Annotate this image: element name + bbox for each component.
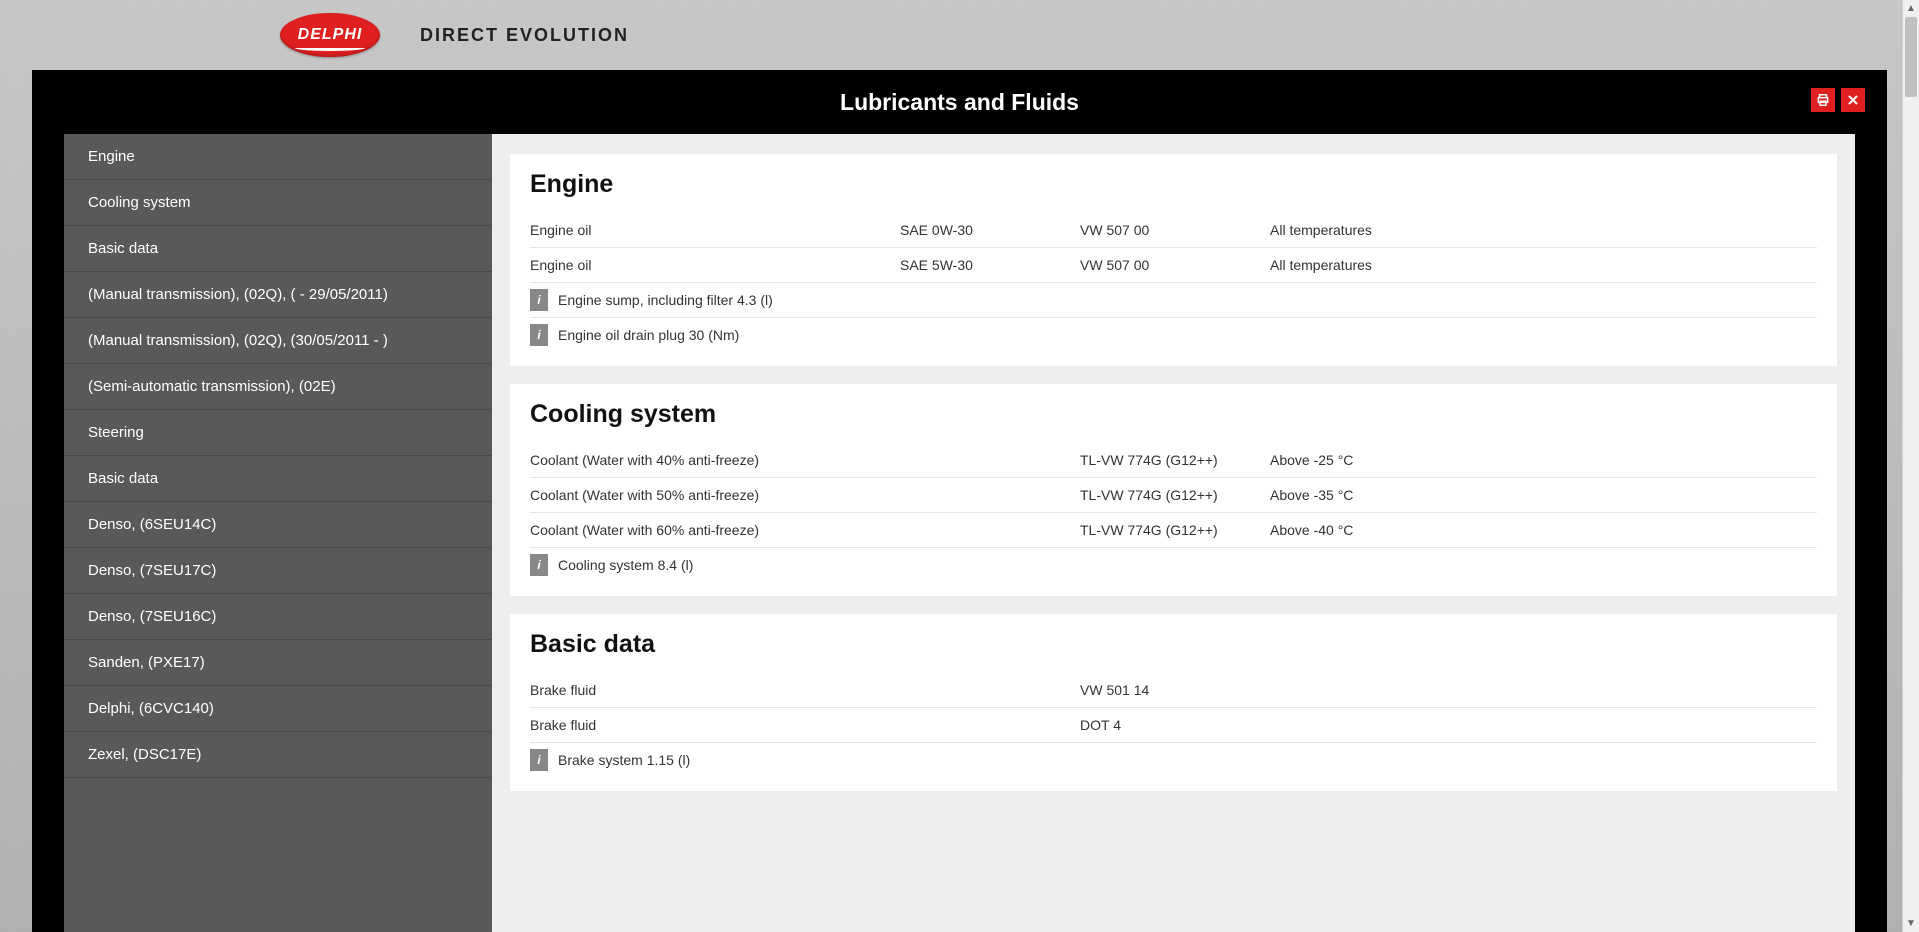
data-cell: TL-VW 774G (G12++) xyxy=(1080,452,1270,468)
sidebar-item[interactable]: Basic data xyxy=(64,456,492,502)
info-row: i Cooling system 8.4 (l) xyxy=(530,548,1817,582)
sidebar-item[interactable]: Zexel, (DSC17E) xyxy=(64,732,492,778)
sidebar-item-label: Denso, (7SEU16C) xyxy=(88,608,216,625)
info-text: Engine sump, including filter 4.3 (l) xyxy=(558,292,773,308)
sidebar-item[interactable]: Delphi, (6CVC140) xyxy=(64,686,492,732)
data-cell: Coolant (Water with 50% anti-freeze) xyxy=(530,487,900,503)
data-row: Brake fluid DOT 4 xyxy=(530,708,1817,743)
close-button[interactable] xyxy=(1841,88,1865,112)
app-header: DELPHI DIRECT EVOLUTION xyxy=(0,0,1919,70)
data-row: Coolant (Water with 50% anti-freeze) TL-V… xyxy=(530,478,1817,513)
brand-text: DELPHI xyxy=(298,26,363,44)
data-cell: Above -35 °C xyxy=(1270,487,1817,503)
section-panel: Cooling system Coolant (Water with 40% an… xyxy=(510,384,1837,596)
print-icon xyxy=(1816,93,1830,107)
data-cell: All temperatures xyxy=(1270,257,1817,273)
info-text: Engine oil drain plug 30 (Nm) xyxy=(558,327,739,343)
data-cell: DOT 4 xyxy=(1080,717,1270,733)
sidebar-item[interactable]: Denso, (6SEU14C) xyxy=(64,502,492,548)
sidebar-item[interactable]: (Manual transmission), (02Q), (30/05/201… xyxy=(64,318,492,364)
data-cell: VW 507 00 xyxy=(1080,257,1270,273)
data-cell: All temperatures xyxy=(1270,222,1817,238)
data-row: Brake fluid VW 501 14 xyxy=(530,673,1817,708)
sidebar-item[interactable]: Basic data xyxy=(64,226,492,272)
data-row: Coolant (Water with 60% anti-freeze) TL-V… xyxy=(530,513,1817,548)
content-area[interactable]: EngineEngine oilSAE 0W-30VW 507 00All te… xyxy=(492,134,1855,932)
section-title: Basic data xyxy=(530,630,1817,659)
sidebar-item-label: Delphi, (6CVC140) xyxy=(88,700,214,717)
sidebar-item-label: Engine xyxy=(88,148,135,165)
scroll-down-arrow[interactable]: ▼ xyxy=(1903,915,1919,932)
info-icon: i xyxy=(530,749,548,771)
data-cell: Above -40 °C xyxy=(1270,522,1817,538)
print-button[interactable] xyxy=(1811,88,1835,112)
sidebar-item[interactable]: Cooling system xyxy=(64,180,492,226)
data-cell: TL-VW 774G (G12++) xyxy=(1080,487,1270,503)
info-text: Cooling system 8.4 (l) xyxy=(558,557,693,573)
sidebar-item-label: (Semi-automatic transmission), (02E) xyxy=(88,378,336,395)
scroll-up-arrow[interactable]: ▲ xyxy=(1903,0,1919,17)
sidebar-item[interactable]: (Manual transmission), (02Q), ( - 29/05/… xyxy=(64,272,492,318)
app-window: Lubricants and Fluids Engine Cooling syst… xyxy=(32,70,1887,932)
body-area: Engine Cooling system Basic data (Manual tr… xyxy=(32,134,1887,932)
page-scrollbar[interactable]: ▲ ▼ xyxy=(1902,0,1919,932)
info-icon: i xyxy=(530,289,548,311)
data-cell: Coolant (Water with 40% anti-freeze) xyxy=(530,452,900,468)
data-cell: Above -25 °C xyxy=(1270,452,1817,468)
sidebar-item-label: Sanden, (PXE17) xyxy=(88,654,205,671)
brand-logo: DELPHI xyxy=(280,13,380,57)
sidebar-item[interactable]: Sanden, (PXE17) xyxy=(64,640,492,686)
data-cell: Engine oil xyxy=(530,222,900,238)
close-icon xyxy=(1846,93,1860,107)
sidebar-item[interactable]: Denso, (7SEU17C) xyxy=(64,548,492,594)
sidebar-item-label: (Manual transmission), (02Q), ( - 29/05/… xyxy=(88,286,388,303)
data-cell: Brake fluid xyxy=(530,682,900,698)
data-row: Engine oilSAE 0W-30VW 507 00All temperat… xyxy=(530,213,1817,248)
sidebar-item-label: (Manual transmission), (02Q), (30/05/201… xyxy=(88,332,388,349)
sidebar-item-label: Cooling system xyxy=(88,194,191,211)
sidebar-item-label: Steering xyxy=(88,424,144,441)
sidebar-item-label: Basic data xyxy=(88,240,158,257)
info-text: Brake system 1.15 (l) xyxy=(558,752,690,768)
titlebar-actions xyxy=(1811,88,1865,112)
data-cell: VW 501 14 xyxy=(1080,682,1270,698)
data-cell: SAE 0W-30 xyxy=(900,222,1080,238)
sidebar-item-label: Zexel, (DSC17E) xyxy=(88,746,201,763)
page-title: Lubricants and Fluids xyxy=(32,89,1887,116)
info-row: i Engine sump, including filter 4.3 (l) xyxy=(530,283,1817,318)
section-title: Engine xyxy=(530,170,1817,199)
info-icon: i xyxy=(530,324,548,346)
info-icon: i xyxy=(530,554,548,576)
sidebar-item-label: Denso, (7SEU17C) xyxy=(88,562,216,579)
brand-tagline: DIRECT EVOLUTION xyxy=(420,25,629,46)
sidebar-item-label: Denso, (6SEU14C) xyxy=(88,516,216,533)
info-row: i Brake system 1.15 (l) xyxy=(530,743,1817,777)
section-panel: EngineEngine oilSAE 0W-30VW 507 00All te… xyxy=(510,154,1837,366)
data-cell: Coolant (Water with 60% anti-freeze) xyxy=(530,522,900,538)
data-row: Engine oilSAE 5W-30VW 507 00All temperat… xyxy=(530,248,1817,283)
sidebar[interactable]: Engine Cooling system Basic data (Manual tr… xyxy=(64,134,492,932)
data-cell: SAE 5W-30 xyxy=(900,257,1080,273)
data-cell: TL-VW 774G (G12++) xyxy=(1080,522,1270,538)
info-row: i Engine oil drain plug 30 (Nm) xyxy=(530,318,1817,352)
scroll-thumb[interactable] xyxy=(1905,17,1917,97)
sidebar-item[interactable]: (Semi-automatic transmission), (02E) xyxy=(64,364,492,410)
data-cell: Engine oil xyxy=(530,257,900,273)
data-cell: VW 507 00 xyxy=(1080,222,1270,238)
section-panel: Basic dataBrake fluidVW 501 14Brake flui… xyxy=(510,614,1837,791)
data-row: Coolant (Water with 40% anti-freeze) TL-V… xyxy=(530,443,1817,478)
sidebar-item[interactable]: Steering xyxy=(64,410,492,456)
sidebar-item[interactable]: Denso, (7SEU16C) xyxy=(64,594,492,640)
sidebar-item[interactable]: Engine xyxy=(64,134,492,180)
section-title: Cooling system xyxy=(530,400,1817,429)
data-cell: Brake fluid xyxy=(530,717,900,733)
titlebar: Lubricants and Fluids xyxy=(32,70,1887,134)
sidebar-item-label: Basic data xyxy=(88,470,158,487)
